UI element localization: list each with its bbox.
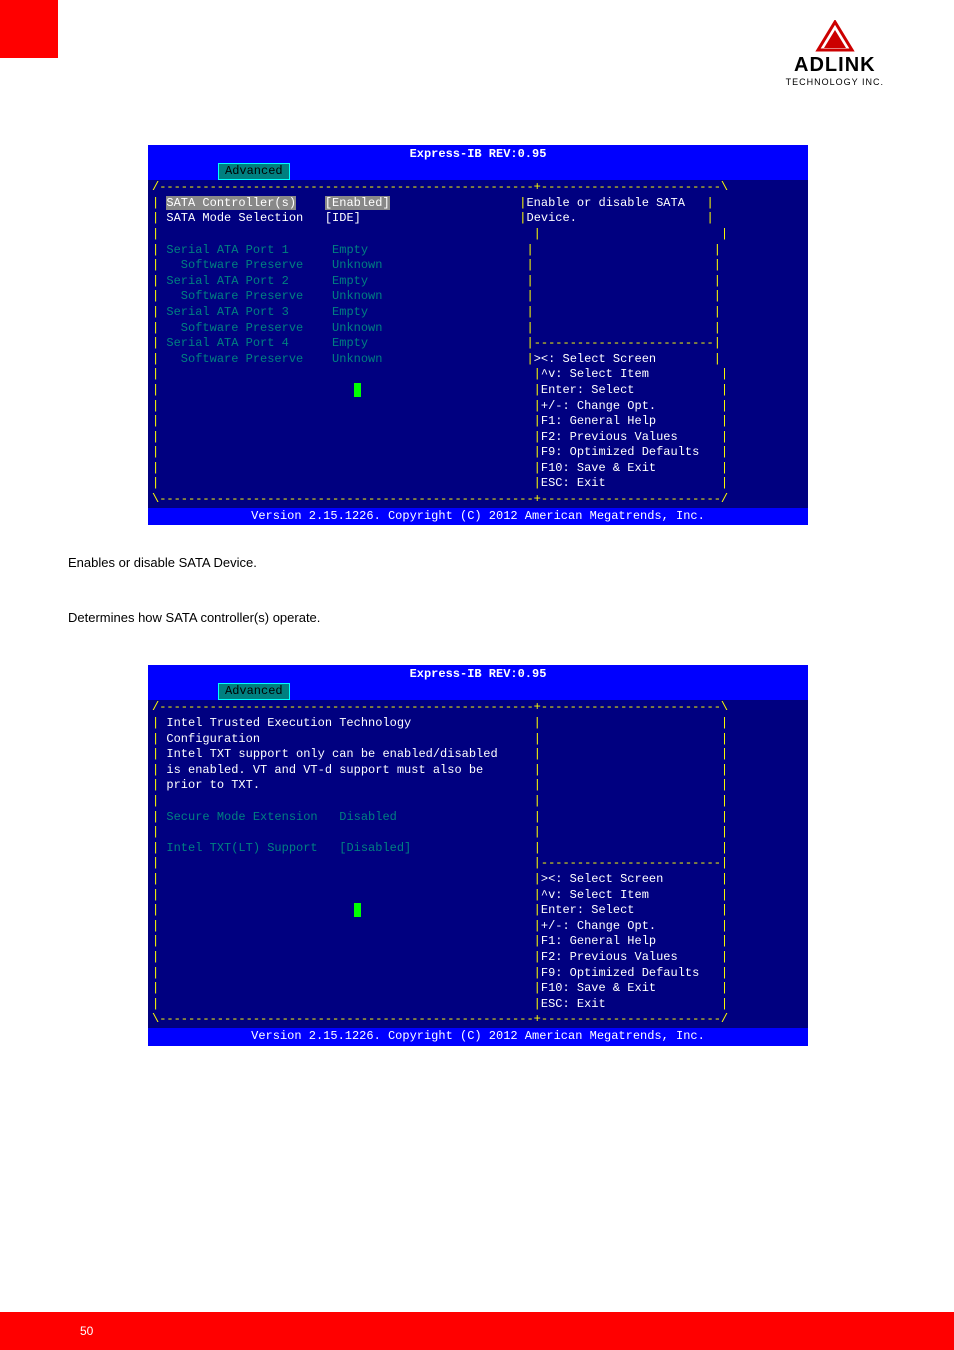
bios-footer-2: Version 2.15.1226. Copyright (C) 2012 Am… [148, 1028, 808, 1046]
bios-body-2: /---------------------------------------… [148, 700, 808, 1027]
desc-1: Enables or disable SATA Device. [68, 555, 888, 570]
bios-screen-1: Express-IB REV:0.95 Advanced /----------… [148, 145, 808, 525]
tab-advanced[interactable]: Advanced [218, 163, 290, 181]
bios-screen-2: Express-IB REV:0.95 Advanced /----------… [148, 665, 808, 1045]
logo-text: ADLINK [786, 54, 884, 77]
logo-subtext: TECHNOLOGY INC. [786, 77, 884, 87]
bios-tabbar-2: Advanced [148, 683, 808, 701]
tab-advanced-2[interactable]: Advanced [218, 683, 290, 701]
bios-tabbar: Advanced [148, 163, 808, 181]
corner-tab [0, 0, 58, 58]
bios-footer-1: Version 2.15.1226. Copyright (C) 2012 Am… [148, 508, 808, 526]
bios-body-1: /---------------------------------------… [148, 180, 808, 507]
page-footer: 50 [0, 1312, 954, 1350]
page-content: Express-IB REV:0.95 Advanced /----------… [68, 145, 888, 1076]
page-number: 50 [80, 1324, 93, 1338]
bios-title-2: Express-IB REV:0.95 [148, 665, 808, 683]
desc-2: Determines how SATA controller(s) operat… [68, 610, 888, 625]
logo: ADLINK TECHNOLOGY INC. [786, 20, 884, 87]
bios-title: Express-IB REV:0.95 [148, 145, 808, 163]
